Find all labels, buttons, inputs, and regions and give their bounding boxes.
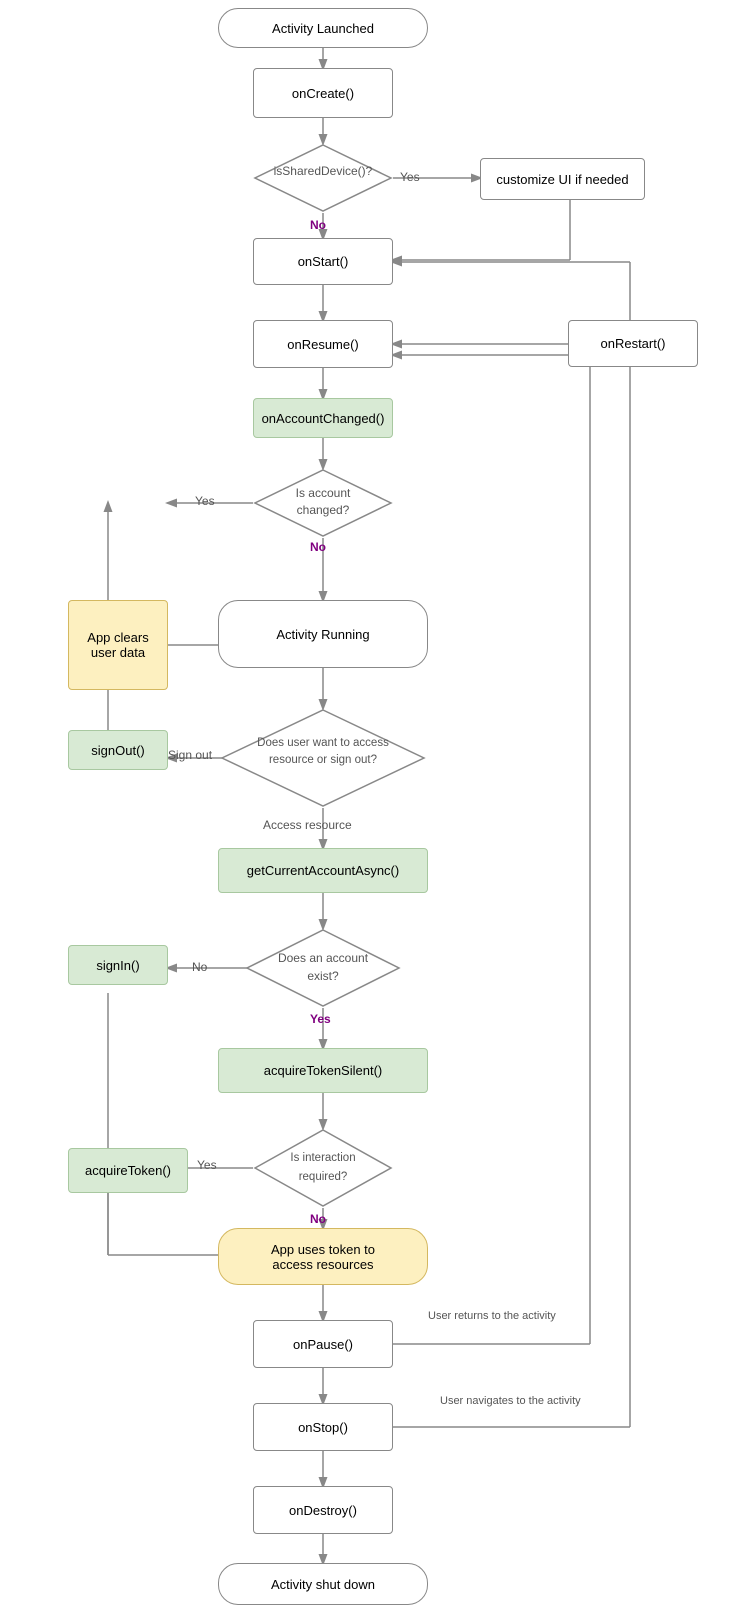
onpause-node: onPause() — [253, 1320, 393, 1368]
is-interaction-required-diamond: Is interaction required? — [253, 1128, 393, 1208]
app-uses-token-node: App uses token to access resources — [218, 1228, 428, 1285]
ondestroy-node: onDestroy() — [253, 1486, 393, 1534]
customize-ui-node: customize UI if needed — [480, 158, 645, 200]
svg-text:Does an account: Does an account — [278, 951, 369, 965]
onstop-node: onStop() — [253, 1403, 393, 1451]
onresume-node: onResume() — [253, 320, 393, 368]
yes-label-account: Yes — [195, 494, 215, 508]
user-navigates-label: User navigates to the activity — [440, 1395, 581, 1407]
svg-text:changed?: changed? — [297, 503, 350, 517]
yes-label-isshared: Yes — [400, 170, 420, 184]
onstart-node: onStart() — [253, 238, 393, 285]
yes-label-account-exist: Yes — [310, 1012, 331, 1026]
no-label-account-exist: No — [192, 960, 207, 974]
signin-node: signIn() — [68, 945, 168, 985]
getcurrentaccount-node: getCurrentAccountAsync() — [218, 848, 428, 893]
does-account-exist-diamond: Does an account exist? — [245, 928, 401, 1008]
isshareddevice-diamond: isSharedDevice()? — [253, 143, 393, 213]
flowchart-diagram: Activity Launched onCreate() isSharedDev… — [0, 0, 740, 1615]
is-account-changed-diamond: Is account changed? — [253, 468, 393, 538]
onaccountchanged-node: onAccountChanged() — [253, 398, 393, 438]
activity-shutdown-node: Activity shut down — [218, 1563, 428, 1605]
activity-running-node: Activity Running — [218, 600, 428, 668]
acquiretokensilent-node: acquireTokenSilent() — [218, 1048, 428, 1093]
svg-text:Is account: Is account — [296, 486, 351, 500]
access-resource-label: Access resource — [263, 818, 352, 832]
svg-text:required?: required? — [299, 1171, 348, 1183]
svg-text:Is interaction: Is interaction — [290, 1152, 355, 1164]
oncreate-node: onCreate() — [253, 68, 393, 118]
no-label-account: No — [310, 540, 326, 554]
app-clears-node: App clears user data — [68, 600, 168, 690]
svg-text:Does user want to access: Does user want to access — [257, 737, 389, 749]
signout-node: signOut() — [68, 730, 168, 770]
svg-text:isSharedDevice()?: isSharedDevice()? — [274, 164, 373, 178]
does-user-want-diamond: Does user want to access resource or sig… — [220, 708, 426, 808]
onrestart-node: onRestart() — [568, 320, 698, 367]
activity-launched-node: Activity Launched — [218, 8, 428, 48]
user-returns-label: User returns to the activity — [428, 1310, 556, 1322]
yes-label-interaction: Yes — [197, 1158, 217, 1172]
no-label-isshared: No — [310, 218, 326, 232]
no-label-interaction: No — [310, 1212, 326, 1226]
svg-text:resource or sign out?: resource or sign out? — [269, 754, 377, 766]
acquiretoken-node: acquireToken() — [68, 1148, 188, 1193]
signout-label: Sign out — [168, 748, 212, 762]
svg-text:exist?: exist? — [307, 969, 339, 983]
